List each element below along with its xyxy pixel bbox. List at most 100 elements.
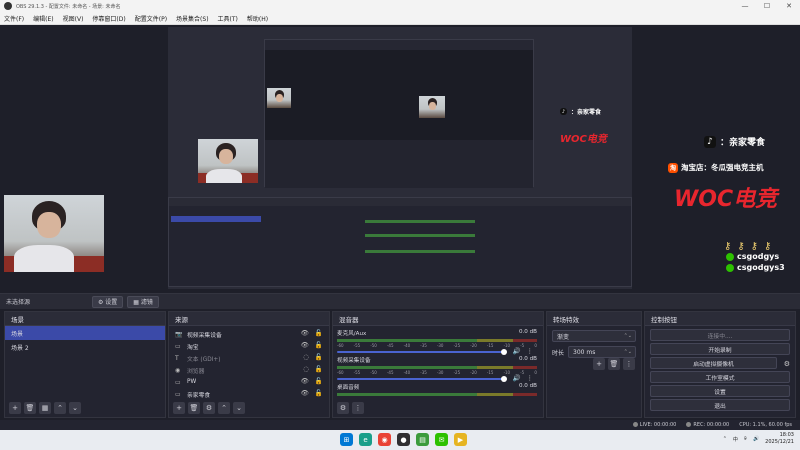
preview-area[interactable]: ♪ ：亲家零食 WOC电竞 ♪ ：亲家零食 淘 淘宝店：冬瓜强电竞主机 WOC电竞… [0, 25, 800, 293]
menu-scene-collection[interactable]: 场景集合(S) [176, 14, 209, 23]
source-up-button[interactable]: ⌃ [218, 402, 230, 414]
eye-icon[interactable]: 👁 [301, 329, 309, 337]
wechat-icon [726, 263, 734, 272]
wechat-id-1: csgodgys [726, 252, 798, 261]
transitions-dock: 转场特效 渐变 ⌃⌄ 时长 300 ms ⌃⌄ + 🗑 ⋮ [546, 311, 642, 418]
remove-scene-button[interactable]: 🗑 [24, 402, 36, 414]
source-item[interactable]: ◉ 浏览器 ◌ 🔓 [169, 364, 329, 376]
preview-canvas[interactable]: ♪ ：亲家零食 WOC电竞 [168, 27, 632, 289]
transition-menu-button[interactable]: ⋮ [623, 358, 635, 370]
minimize-button[interactable]: — [734, 0, 756, 12]
source-item[interactable]: ▭ PW 👁 🔓 [169, 376, 329, 388]
duration-input[interactable]: 300 ms ⌃⌄ [568, 346, 636, 358]
stream-button[interactable]: 连接中.... [650, 329, 790, 341]
sources-title: 来源 [169, 312, 329, 326]
scene-item[interactable]: 场景 [5, 326, 165, 340]
chevron-down-icon: ⌃⌄ [623, 333, 632, 339]
filters-button[interactable]: ▦ 滤镜 [127, 295, 159, 308]
add-scene-button[interactable]: + [9, 402, 21, 414]
tiktok-text: ：亲家零食 [720, 138, 766, 148]
menu-profile[interactable]: 配置文件(P) [135, 14, 167, 23]
edge-icon[interactable]: e [359, 433, 372, 446]
volume-icon[interactable]: 🔊 [753, 436, 759, 442]
controls-title: 控制按钮 [645, 312, 795, 326]
tiktok-icon: ♪ [704, 135, 716, 148]
menu-view[interactable]: 视图(V) [63, 14, 84, 23]
eye-icon[interactable]: 👁 [301, 341, 309, 349]
speaker-icon: 🔊 [512, 347, 521, 355]
obs-icon[interactable]: ● [397, 433, 410, 446]
mixer-settings-button[interactable]: ⚙ [337, 402, 349, 414]
remove-transition-button[interactable]: 🗑 [608, 358, 620, 370]
exit-button[interactable]: 退出 [650, 399, 790, 411]
virtual-camera-button[interactable]: 启动虚拟摄像机 [650, 357, 777, 369]
lock-icon[interactable]: 🔓 [315, 329, 323, 337]
mixer-title: 混音器 [333, 312, 543, 326]
title-bar: OBS 29.1.3 - 配置文件: 未命名 - 场景: 未命名 — ☐ ✕ [0, 0, 800, 12]
add-transition-button[interactable]: + [593, 358, 605, 370]
key-icon: ⚷ [750, 241, 758, 252]
windows-start-icon[interactable]: ⊞ [340, 433, 353, 446]
lock-icon[interactable]: 🔓 [315, 341, 323, 349]
menu-file[interactable]: 文件(F) [4, 14, 24, 23]
live-status: LIVE: 00:00:00 [632, 422, 676, 428]
close-button[interactable]: ✕ [778, 0, 800, 12]
gear-icon[interactable]: ⚙ [784, 360, 790, 368]
properties-button[interactable]: ⚙ 设置 [92, 295, 124, 308]
mixer-menu-button[interactable]: ⋮ [352, 402, 364, 414]
webcam-feed-main [4, 195, 104, 272]
eye-hidden-icon[interactable]: ◌ [303, 365, 309, 373]
eye-icon[interactable]: 👁 [301, 377, 309, 385]
key-icon: ⚷ [737, 241, 745, 252]
menu-edit[interactable]: 编辑(E) [33, 14, 53, 23]
ime-indicator[interactable]: 中 [733, 436, 738, 443]
record-button[interactable]: 开始录制 [650, 343, 790, 355]
chrome-icon[interactable]: ◉ [378, 433, 391, 446]
lock-icon[interactable]: 🔓 [315, 365, 323, 373]
source-down-button[interactable]: ⌄ [233, 402, 245, 414]
source-item[interactable]: T 文本 (GDI+) ◌ 🔓 [169, 352, 329, 364]
lock-icon[interactable]: 🔓 [315, 353, 323, 361]
menu-docks[interactable]: 停靠窗口(D) [92, 14, 125, 23]
add-source-button[interactable]: + [173, 402, 185, 414]
game-app-icon[interactable]: ▶ [454, 433, 467, 446]
wechat-app-icon[interactable]: ✉ [435, 433, 448, 446]
source-item[interactable]: ▭ 淘宝 👁 🔓 [169, 340, 329, 352]
lock-icon[interactable]: 🔓 [315, 377, 323, 385]
duration-label: 时长 [552, 349, 565, 357]
image-icon: ▭ [175, 378, 181, 386]
transition-select[interactable]: 渐变 ⌃⌄ [552, 330, 636, 342]
mixer-channel: 桌面音频 0.0 dB [337, 383, 537, 396]
source-toolbar: 未选择源 ⚙ 设置 ▦ 滤镜 [0, 293, 800, 309]
window-title: OBS 29.1.3 - 配置文件: 未命名 - 场景: 未命名 [16, 3, 121, 10]
rec-status: REC: 00:00:00 [686, 422, 729, 428]
chevron-up-icon[interactable]: ⌃ [723, 436, 727, 442]
source-settings-button[interactable]: ⚙ [203, 402, 215, 414]
scene-up-button[interactable]: ⌃ [54, 402, 66, 414]
live-icon [632, 422, 638, 427]
mixer-channel: 麦克风/Aux 0.0 dB -60 -55 -50 -45 -40 -35 -30 -25 -2… [337, 329, 537, 355]
network-icon[interactable]: ⌾ [744, 436, 747, 442]
source-item[interactable]: 📷 视频采集设备 👁 🔓 [169, 328, 329, 340]
remove-source-button[interactable]: 🗑 [188, 402, 200, 414]
more-icon: ⋮ [526, 374, 534, 382]
volume-slider[interactable]: 🔊 ⋮ [337, 374, 537, 382]
lock-icon[interactable]: 🔓 [315, 389, 323, 397]
scene-filters-button[interactable]: ▦ [39, 402, 51, 414]
tiktok-badge: ♪ ：亲家零食 [704, 135, 798, 148]
stepper-icon: ⌃⌄ [623, 349, 632, 355]
scene-down-button[interactable]: ⌄ [69, 402, 81, 414]
browser-icon: ◉ [175, 366, 181, 374]
app-icon[interactable]: ▤ [416, 433, 429, 446]
eye-icon[interactable]: 👁 [301, 389, 309, 397]
menu-help[interactable]: 帮助(H) [247, 14, 268, 23]
eye-hidden-icon[interactable]: ◌ [303, 353, 309, 361]
audio-meter [337, 366, 537, 369]
volume-slider[interactable]: 🔊 ⋮ [337, 347, 537, 355]
studio-mode-button[interactable]: 工作室模式 [650, 371, 790, 383]
maximize-button[interactable]: ☐ [756, 0, 778, 12]
scene-item[interactable]: 场景 2 [5, 340, 165, 354]
settings-button[interactable]: 设置 [650, 385, 790, 397]
clock[interactable]: 18:03 2025/12/21 [765, 432, 794, 446]
menu-tools[interactable]: 工具(T) [218, 14, 238, 23]
